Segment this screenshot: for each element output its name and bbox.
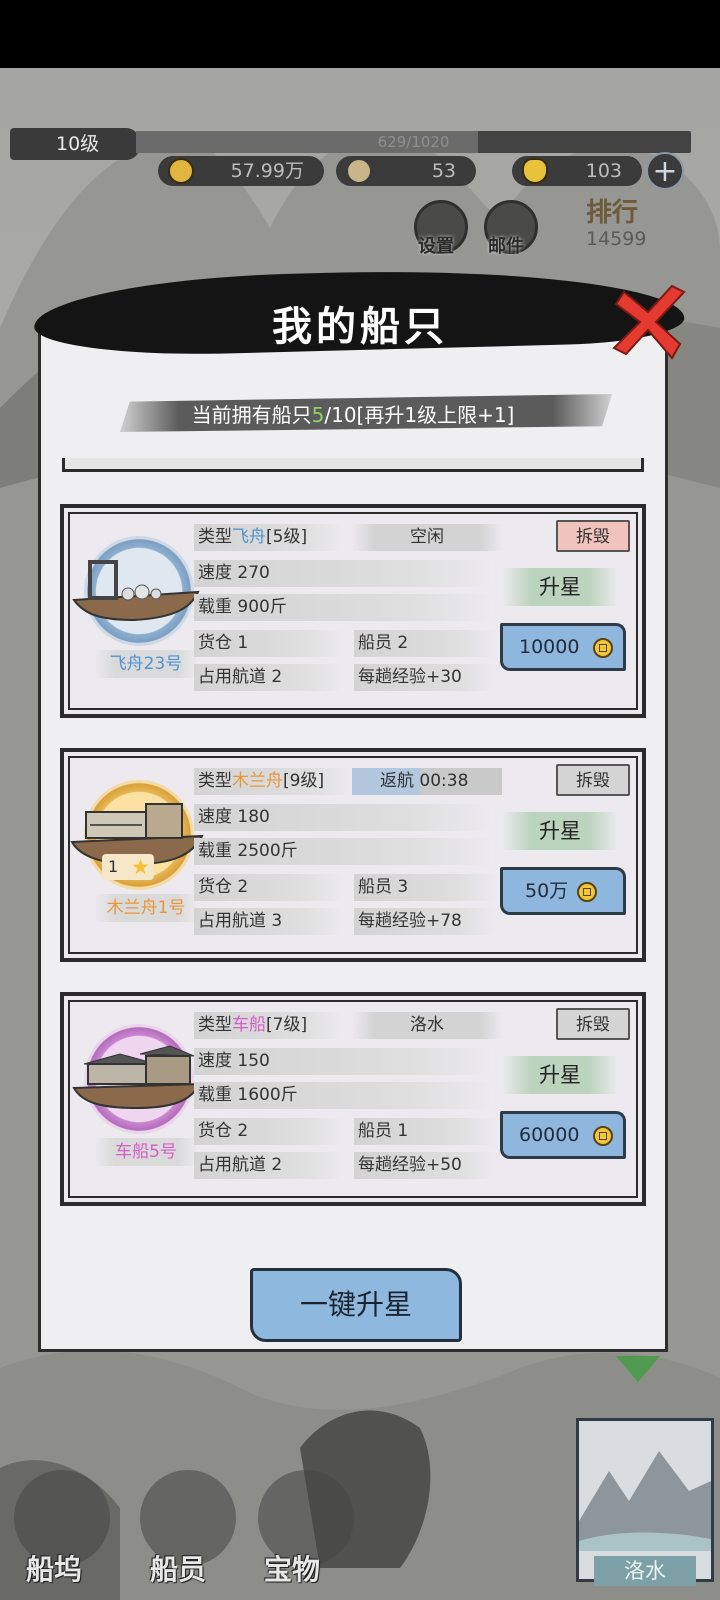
upstar-price: 60000 xyxy=(519,1124,580,1146)
one-key-upstar-button[interactable]: 一键升星 xyxy=(250,1268,462,1342)
settings-label[interactable]: 设置 xyxy=(418,232,454,258)
copper-coin-icon xyxy=(593,1126,613,1146)
gold-value: 103 xyxy=(585,160,622,182)
ship-card: 飞舟23号 类型飞舟[5级] 空闲 拆毁 速度 270 升星 载重 900斤 货… xyxy=(60,504,646,718)
nav-dock[interactable]: 船坞 xyxy=(26,1548,82,1588)
upstar-price: 50万 xyxy=(525,880,569,902)
copper-coin-icon xyxy=(168,158,194,184)
ship-type-label: 类型 xyxy=(198,527,232,547)
ship-name: 飞舟23号 xyxy=(94,650,198,678)
coin-counter: 57.99万 xyxy=(158,156,324,186)
paddle-boat-icon xyxy=(72,1045,202,1110)
ship-card: 车船5号 类型车船[7级] 洛水 拆毁 速度 150 升星 载重 1600斤 货… xyxy=(60,992,646,1206)
upstar-price: 10000 xyxy=(519,636,580,658)
ship-type-level: [7级] xyxy=(266,1015,308,1035)
ship-card: 1 ★ 木兰舟1号 类型木兰舟[9级] 返航 00:38 拆毁 速度 180 升… xyxy=(60,748,646,962)
demolish-button[interactable]: 拆毁 xyxy=(556,520,630,552)
player-level: 10级 xyxy=(10,128,140,160)
ship-exp: 每趟经验+78 xyxy=(354,908,498,935)
copper-coin-icon xyxy=(577,882,597,902)
ship-count-current: 5 xyxy=(311,403,325,427)
nav-crew[interactable]: 船员 xyxy=(150,1548,206,1588)
ship-cargo: 货仓 2 xyxy=(194,1118,344,1145)
close-icon[interactable] xyxy=(606,282,686,362)
ship-lanes: 占用航道 2 xyxy=(194,664,344,691)
ship-type-level: [5级] xyxy=(266,527,308,547)
exp-bar: 629/1020 xyxy=(136,131,691,153)
ship-load: 载重 1600斤 xyxy=(194,1082,494,1109)
ship-type-label: 类型 xyxy=(198,1015,232,1035)
ship-status: 洛水 xyxy=(352,1012,502,1039)
ship-load: 载重 2500斤 xyxy=(194,838,494,865)
ship-exp: 每趟经验+50 xyxy=(354,1152,498,1179)
ship-type-name: 车船 xyxy=(232,1015,266,1035)
add-gold-button[interactable]: + xyxy=(646,152,684,190)
rank-value: 14599 xyxy=(586,228,647,250)
shell-value: 53 xyxy=(431,160,456,182)
gold-counter: 103 xyxy=(512,156,642,186)
player-level-text: 10级 xyxy=(56,133,100,155)
ship-type-name: 木兰舟 xyxy=(232,771,283,791)
rank-title[interactable]: 排行 xyxy=(586,192,638,229)
upstar-price-button[interactable]: 10000 xyxy=(500,623,626,671)
ship-type: 类型飞舟[5级] xyxy=(194,524,344,551)
upstar-price-button[interactable]: 60000 xyxy=(500,1111,626,1159)
ship-cargo: 货仓 2 xyxy=(194,874,344,901)
ship-speed: 速度 270 xyxy=(194,560,494,587)
ship-name: 车船5号 xyxy=(94,1138,198,1166)
ship-speed: 速度 150 xyxy=(194,1048,494,1075)
upstar-price-button[interactable]: 50万 xyxy=(500,867,626,915)
coin-value: 57.99万 xyxy=(230,160,304,182)
ship-status: 返航 00:38 xyxy=(352,768,502,795)
ship-name: 木兰舟1号 xyxy=(94,894,198,922)
ship-type-level: [9级] xyxy=(283,771,325,791)
minimap-location[interactable]: 洛水 xyxy=(594,1556,696,1586)
ship-cargo: 货仓 1 xyxy=(194,630,344,657)
mail-label[interactable]: 邮件 xyxy=(488,232,524,258)
ship-exp: 每趟经验+30 xyxy=(354,664,498,691)
star-count: 1 xyxy=(108,857,119,876)
demolish-button[interactable]: 拆毁 xyxy=(556,764,630,796)
status-bar xyxy=(0,0,720,68)
copper-coin-icon xyxy=(593,638,613,658)
chevron-down-icon[interactable] xyxy=(616,1356,660,1382)
ship-lanes: 占用航道 3 xyxy=(194,908,344,935)
ship-crew: 船员 2 xyxy=(354,630,498,657)
flying-boat-icon xyxy=(72,560,200,622)
demolish-button[interactable]: 拆毁 xyxy=(556,1008,630,1040)
ship-count-text: 当前拥有船只5/10[再升1级上限+1] xyxy=(0,399,706,428)
star-rating-badge: 1 ★ xyxy=(102,854,154,880)
shell-counter: 53 xyxy=(336,156,476,186)
ship-speed: 速度 180 xyxy=(194,804,494,831)
ship-crew: 船员 1 xyxy=(354,1118,498,1145)
ship-type-name: 飞舟 xyxy=(232,527,266,547)
exp-text: 629/1020 xyxy=(377,133,450,151)
ship-type: 类型木兰舟[9级] xyxy=(194,768,354,795)
ship-type-label: 类型 xyxy=(198,771,232,791)
gold-ingot-icon xyxy=(522,158,548,184)
nav-treasure[interactable]: 宝物 xyxy=(264,1548,320,1588)
shell-icon xyxy=(346,158,372,184)
minimap-art xyxy=(579,1451,711,1551)
ship-count-suffix: /10[再升1级上限+1] xyxy=(324,403,515,427)
ship-type: 类型车船[7级] xyxy=(194,1012,344,1039)
previous-card-edge xyxy=(62,458,644,472)
upstar-button[interactable]: 升星 xyxy=(502,1056,618,1094)
ship-crew: 船员 3 xyxy=(354,874,498,901)
ship-lanes: 占用航道 2 xyxy=(194,1152,344,1179)
upstar-button[interactable]: 升星 xyxy=(502,812,618,850)
ship-load: 载重 900斤 xyxy=(194,594,494,621)
upstar-button[interactable]: 升星 xyxy=(502,568,618,606)
star-icon: ★ xyxy=(131,855,150,879)
ship-count-prefix: 当前拥有船只 xyxy=(191,403,312,427)
ship-status: 空闲 xyxy=(352,524,502,551)
